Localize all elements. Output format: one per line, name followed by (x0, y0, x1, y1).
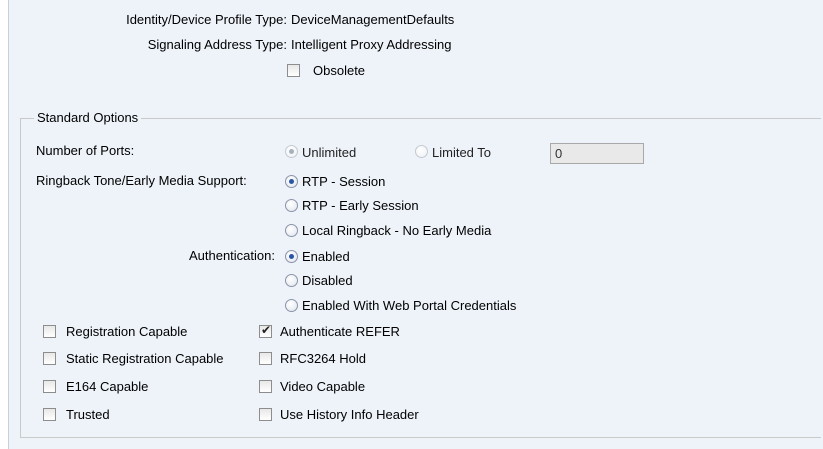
ringback-rtp-early-session-label: RTP - Early Session (302, 198, 419, 213)
ports-unlimited-label: Unlimited (302, 145, 357, 160)
identity-profile-label: Identity/Device Profile Type: (126, 12, 287, 27)
ports-limit-input[interactable]: 0 (550, 143, 644, 164)
signaling-address-value: Intelligent Proxy Addressing (291, 37, 452, 52)
standard-options-legend: Standard Options (34, 110, 142, 126)
ports-limited-radio[interactable] (415, 145, 428, 158)
static-registration-capable-label: Static Registration Capable (66, 351, 224, 366)
obsolete-checkbox[interactable] (287, 64, 300, 77)
number-of-ports-label: Number of Ports: (36, 143, 135, 158)
ports-unlimited-radio[interactable] (285, 145, 298, 158)
use-history-info-header-checkbox[interactable] (259, 408, 272, 421)
obsolete-label: Obsolete (313, 63, 366, 78)
ringback-local-radio[interactable] (285, 224, 298, 237)
authentication-label: Authentication: (188, 248, 275, 263)
authenticate-refer-checkbox[interactable]: ✔ (259, 323, 272, 338)
ringback-rtp-session-label: RTP - Session (302, 174, 386, 189)
trusted-label: Trusted (66, 407, 110, 422)
checkmark-icon: ✔ (261, 323, 272, 337)
ringback-local-label: Local Ringback - No Early Media (302, 223, 492, 238)
authenticate-refer-label: Authenticate REFER (280, 324, 400, 339)
video-capable-label: Video Capable (280, 379, 366, 394)
ringback-rtp-session-radio[interactable] (285, 175, 298, 188)
registration-capable-label: Registration Capable (66, 324, 188, 339)
ringback-label: Ringback Tone/Early Media Support: (36, 173, 247, 188)
rfc3264-hold-checkbox[interactable] (259, 352, 272, 365)
signaling-address-label: Signaling Address Type: (147, 37, 287, 52)
rfc3264-hold-label: RFC3264 Hold (280, 351, 366, 366)
identity-profile-value: DeviceManagementDefaults (291, 12, 455, 27)
trusted-checkbox[interactable] (43, 408, 56, 421)
ports-limited-label: Limited To (432, 145, 492, 160)
auth-web-portal-label: Enabled With Web Portal Credentials (302, 298, 517, 313)
e164-capable-label: E164 Capable (66, 379, 149, 394)
video-capable-checkbox[interactable] (259, 380, 272, 393)
static-registration-capable-checkbox[interactable] (43, 352, 56, 365)
registration-capable-checkbox[interactable] (43, 325, 56, 338)
auth-disabled-radio[interactable] (285, 274, 298, 287)
use-history-info-header-label: Use History Info Header (280, 407, 419, 422)
auth-enabled-label: Enabled (302, 249, 350, 264)
auth-disabled-label: Disabled (302, 273, 353, 288)
ringback-rtp-early-session-radio[interactable] (285, 199, 298, 212)
e164-capable-checkbox[interactable] (43, 380, 56, 393)
auth-enabled-radio[interactable] (285, 250, 298, 263)
auth-web-portal-radio[interactable] (285, 299, 298, 312)
